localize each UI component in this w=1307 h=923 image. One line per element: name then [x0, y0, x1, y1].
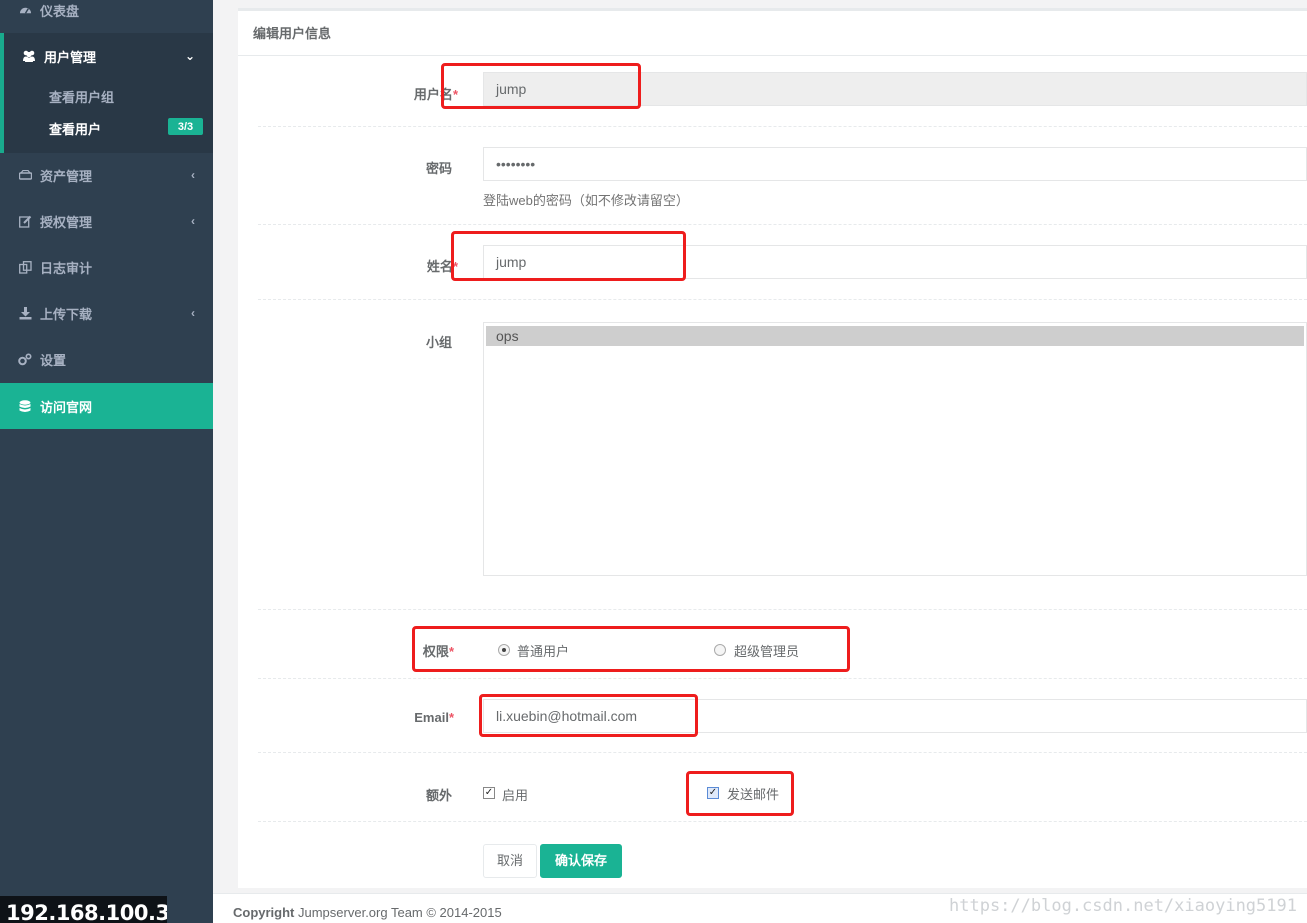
- copy-icon: [18, 260, 32, 274]
- dashboard-icon: [18, 3, 32, 17]
- enable-checkbox[interactable]: ✓: [483, 787, 495, 799]
- annotation-box-name: [451, 231, 686, 281]
- sidebar-item-asset-management[interactable]: 资产管理 ‹: [0, 152, 213, 198]
- divider: [258, 821, 1307, 822]
- users-icon: [22, 49, 36, 63]
- sidebar-item-audit-log[interactable]: 日志审计: [0, 244, 213, 290]
- watermark: https://blog.csdn.net/xiaoying5191: [949, 896, 1297, 916]
- sidebar-item-official-site[interactable]: 访问官网: [0, 383, 213, 429]
- divider: [258, 609, 1307, 610]
- sidebar-item-user-management[interactable]: 用户管理 ⌄: [0, 33, 213, 79]
- save-button[interactable]: 确认保存: [540, 844, 622, 878]
- edit-icon: [18, 214, 32, 228]
- cancel-button[interactable]: 取消: [483, 844, 537, 878]
- panel-title: 编辑用户信息: [238, 11, 1307, 56]
- annotation-box-send-mail: [686, 771, 794, 816]
- email-label-text: Email: [414, 710, 449, 725]
- chevron-left-icon: ‹: [191, 306, 195, 320]
- sidebar-item-label: 用户管理: [44, 49, 97, 65]
- sidebar-item-label: 访问官网: [40, 399, 93, 415]
- divider: [258, 224, 1307, 225]
- sidebar-item-label: 授权管理: [40, 214, 93, 230]
- sidebar-item-label: 日志审计: [40, 260, 93, 276]
- sidebar-item-upload-download[interactable]: 上传下载 ‹: [0, 290, 213, 336]
- required-mark: *: [448, 710, 454, 725]
- gears-icon: [18, 352, 32, 366]
- edit-user-panel: 编辑用户信息 用户名* jump 密码 •••••••• 登陆web的密码（如不…: [238, 8, 1307, 888]
- sidebar-item-label: 仪表盘: [40, 3, 80, 19]
- group-multiselect[interactable]: ops: [483, 322, 1307, 576]
- sidebar-item-label: 上传下载: [40, 306, 93, 322]
- chevron-left-icon: ‹: [191, 168, 195, 182]
- password-input[interactable]: ••••••••: [483, 147, 1307, 181]
- user-count-badge: 3/3: [168, 118, 203, 135]
- annotation-box-role: [412, 626, 850, 672]
- chevron-down-icon: ⌄: [184, 49, 195, 63]
- name-label-text: 姓名: [426, 259, 453, 274]
- annotation-box-username: [441, 63, 641, 109]
- hdd-icon: [18, 168, 32, 182]
- sidebar-item-authorization[interactable]: 授权管理 ‹: [0, 198, 213, 244]
- password-help-text: 登陆web的密码（如不修改请留空）: [483, 193, 689, 208]
- sidebar-item-label: 资产管理: [40, 168, 93, 184]
- sidebar-subitem-view-users[interactable]: 查看用户: [49, 119, 101, 138]
- divider: [258, 299, 1307, 300]
- name-label: 姓名*: [358, 256, 458, 275]
- sidebar-subitem-view-groups[interactable]: 查看用户组: [49, 87, 114, 106]
- copyright-text: Jumpserver.org Team © 2014-2015: [294, 905, 502, 920]
- download-icon: [18, 306, 32, 320]
- group-option-selected[interactable]: ops: [486, 326, 1304, 346]
- group-label: 小组: [425, 335, 452, 350]
- sidebar-item-label: 设置: [40, 352, 67, 368]
- password-label: 密码: [425, 161, 452, 176]
- ip-address-overlay: 192.168.100.39: [0, 896, 167, 923]
- database-icon: [18, 399, 32, 413]
- annotation-box-email: [479, 694, 698, 737]
- divider: [258, 126, 1307, 127]
- extra-label: 额外: [425, 788, 452, 803]
- divider: [258, 752, 1307, 753]
- divider: [258, 678, 1307, 679]
- footer: Copyright Jumpserver.org Team © 2014-201…: [213, 893, 1307, 923]
- sidebar: 仪表盘 用户管理 ⌄ 查看用户组 查看用户 3/3 资产管理 ‹ 授权管理 ‹ …: [0, 0, 213, 923]
- email-label: Email*: [358, 710, 454, 725]
- enable-label[interactable]: 启用: [502, 785, 528, 804]
- chevron-left-icon: ‹: [191, 214, 195, 228]
- sidebar-item-settings[interactable]: 设置: [0, 336, 213, 382]
- copyright-label: Copyright: [233, 905, 295, 920]
- sidebar-item-dashboard[interactable]: 仪表盘: [0, 0, 213, 33]
- copyright: Copyright Jumpserver.org Team © 2014-201…: [233, 905, 502, 920]
